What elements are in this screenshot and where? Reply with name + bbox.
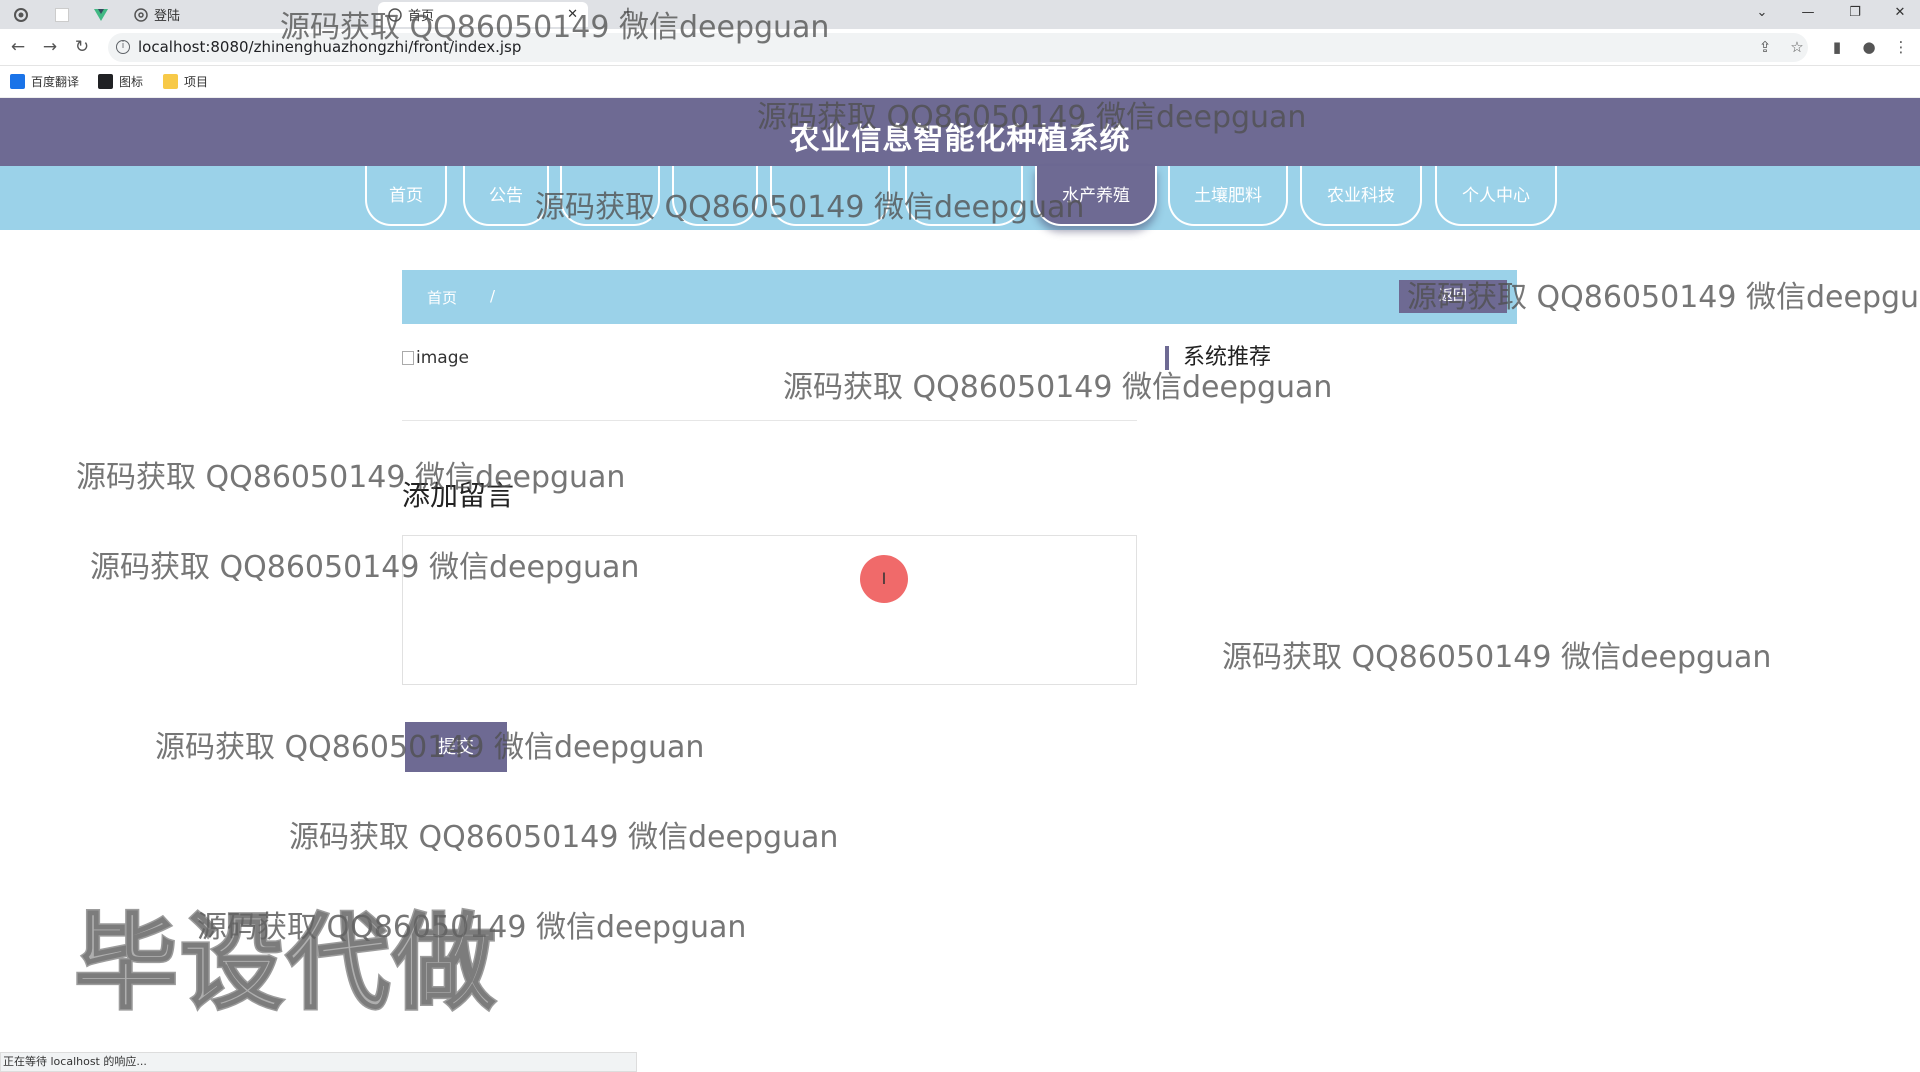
folder-icon	[163, 74, 178, 89]
watermark-text: 源码获取 QQ86050149 微信deepguan	[1222, 640, 1772, 675]
share-icon[interactable]: ⇪	[1756, 38, 1774, 56]
globe-icon	[388, 7, 402, 22]
address-bar-row: ← → ↻ i localhost:8080/zhinenghuazhongzh…	[0, 29, 1920, 66]
submit-button[interactable]: 提交	[405, 722, 507, 772]
login-tab[interactable]: 登陆	[134, 2, 180, 27]
home-tab-active[interactable]: 首页 ✕	[378, 2, 588, 27]
info-icon[interactable]: i	[116, 40, 130, 54]
vue-icon	[94, 8, 108, 21]
breadcrumb-home[interactable]: 首页	[427, 287, 457, 308]
translate-icon	[10, 74, 25, 89]
chrome-tab[interactable]	[14, 2, 28, 27]
nav-item-3[interactable]	[560, 166, 660, 226]
forward-arrow-icon[interactable]: →	[40, 37, 60, 57]
back-arrow-icon[interactable]: ←	[8, 37, 28, 57]
side-panel-icon[interactable]: ▮	[1828, 38, 1846, 56]
watermark-text: 源码获取 QQ86050149 微信deepguan	[76, 460, 626, 495]
broken-image-icon	[402, 351, 414, 365]
text-cursor-indicator: I	[860, 555, 908, 603]
image-alt-text: image	[416, 348, 469, 368]
nav-soil-fertilizer[interactable]: 土壤肥料	[1168, 166, 1288, 226]
site-title: 农业信息智能化种植系统	[789, 122, 1131, 157]
nav-home[interactable]: 首页	[365, 166, 447, 226]
url-text: localhost:8080/zhinenghuazhongzhi/front/…	[138, 38, 522, 56]
bookmark-label: 项目	[184, 75, 209, 89]
main-nav: 首页 公告 水产养殖 土壤肥料 农业科技 个人中心	[0, 166, 1920, 230]
bookmark-baidu-translate[interactable]: 百度翻译	[10, 73, 79, 90]
bookmark-label: 图标	[119, 75, 144, 89]
close-icon[interactable]: ✕	[567, 7, 578, 22]
profile-icon[interactable]: ●	[1860, 38, 1878, 56]
bookmark-icons[interactable]: 图标	[98, 73, 143, 90]
bookmark-label: 百度翻译	[31, 75, 80, 89]
browser-tab-strip: 登陆 首页 ✕ + ⌄ — ❐ ✕	[0, 0, 1920, 29]
nav-aquaculture[interactable]: 水产养殖	[1035, 166, 1157, 226]
tab-search-icon[interactable]: ⌄	[1752, 5, 1772, 23]
blank-tab[interactable]	[55, 2, 69, 27]
new-tab-button[interactable]: +	[618, 5, 638, 23]
nav-item-6[interactable]	[905, 166, 1023, 226]
nav-item-4[interactable]	[672, 166, 758, 226]
chrome-icon	[14, 7, 28, 22]
bookmarks-bar: 百度翻译 图标 项目	[0, 66, 1920, 98]
breadcrumb: 首页 / 返回	[402, 270, 1517, 324]
status-bar: 正在等待 localhost 的响应...	[0, 1052, 637, 1072]
watermark-text: 源码获取 QQ86050149 微信deepguan	[289, 820, 839, 855]
back-button[interactable]: 返回	[1399, 280, 1507, 313]
minimize-button[interactable]: —	[1798, 5, 1818, 23]
watermark-text: 源码获取 QQ86050149 微信deepguan	[197, 910, 747, 945]
reload-icon[interactable]: ↻	[72, 37, 92, 57]
star-icon[interactable]: ☆	[1788, 38, 1806, 56]
nav-personal-center[interactable]: 个人中心	[1435, 166, 1557, 226]
nav-item-5[interactable]	[770, 166, 890, 226]
divider	[402, 420, 1137, 421]
bookmark-projects[interactable]: 项目	[163, 73, 208, 90]
site-header: 农业信息智能化种植系统	[0, 98, 1920, 166]
add-message-title: 添加留言	[402, 479, 515, 512]
menu-icon[interactable]: ⋮	[1892, 38, 1910, 56]
close-window-button[interactable]: ✕	[1890, 5, 1910, 23]
breadcrumb-separator: /	[490, 287, 496, 305]
blank-tab-icon	[55, 7, 69, 22]
url-field[interactable]: i localhost:8080/zhinenghuazhongzhi/fron…	[108, 33, 1808, 62]
tab-label: 首页	[408, 9, 435, 24]
globe-icon	[134, 7, 148, 22]
recommend-title: 系统推荐	[1165, 346, 1271, 370]
tab-label: 登陆	[154, 9, 181, 24]
message-input[interactable]	[402, 535, 1137, 685]
nav-agri-tech[interactable]: 农业科技	[1300, 166, 1422, 226]
vue-tab[interactable]	[94, 2, 108, 27]
restore-button[interactable]: ❐	[1845, 5, 1865, 23]
nav-announcements[interactable]: 公告	[463, 166, 549, 226]
broken-image: image	[402, 348, 469, 368]
icon-folder-icon	[98, 74, 113, 89]
big-watermark: 毕设代做	[72, 901, 499, 1026]
